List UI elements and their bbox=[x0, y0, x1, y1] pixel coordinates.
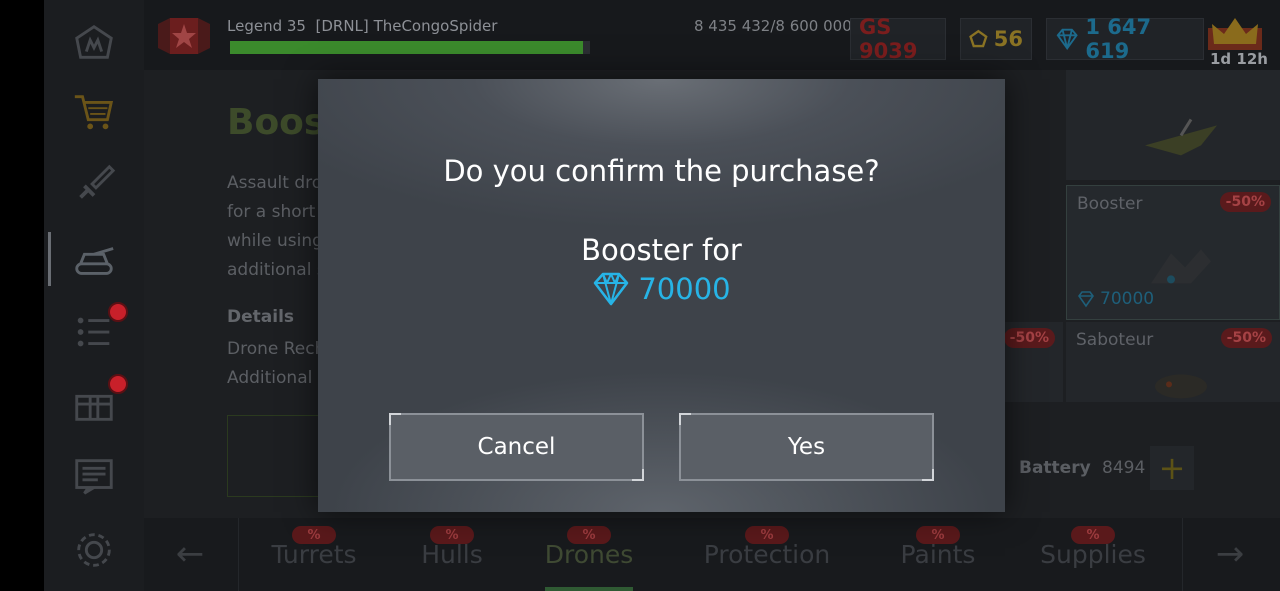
xp-progress-fill bbox=[230, 41, 584, 54]
active-tab-underline bbox=[545, 587, 633, 591]
tank-icon[interactable] bbox=[70, 236, 118, 284]
card-discount-badge: -50% bbox=[1220, 328, 1272, 348]
tab-label: Drones bbox=[544, 540, 634, 569]
dialog-price-value: 70000 bbox=[638, 272, 731, 306]
drone-card[interactable] bbox=[1066, 70, 1280, 180]
rank-insignia-icon[interactable] bbox=[156, 14, 212, 60]
tab-protection[interactable]: % Protection bbox=[692, 518, 842, 591]
dialog-price: 70000 bbox=[318, 272, 1005, 306]
next-category-button[interactable]: → bbox=[1200, 532, 1260, 576]
chat-icon[interactable] bbox=[70, 452, 118, 500]
category-tab-bar: ← % Turrets % Hulls % Drones % Protectio… bbox=[144, 518, 1280, 591]
card-discount-badge: -50% bbox=[1219, 192, 1271, 212]
cancel-button[interactable]: Cancel bbox=[389, 413, 644, 481]
sword-icon[interactable] bbox=[70, 160, 118, 208]
card-price-value: 70000 bbox=[1100, 289, 1155, 309]
item-description-line: additional s bbox=[227, 260, 326, 280]
settings-gear-icon[interactable] bbox=[70, 526, 118, 574]
details-line: Additional s bbox=[227, 368, 327, 388]
screen-edge bbox=[0, 0, 44, 591]
sidebar bbox=[44, 0, 144, 591]
crystal-icon bbox=[1056, 28, 1078, 50]
card-discount-badge: -50% bbox=[1005, 328, 1055, 348]
xp-progress-bar bbox=[230, 41, 590, 54]
containers-notification-badge bbox=[108, 374, 128, 394]
tab-label: Hulls bbox=[421, 540, 483, 569]
dialog-item-line: Booster for bbox=[581, 233, 742, 267]
drone-thumbnail-icon bbox=[1155, 374, 1207, 399]
drone-thumbnail-icon bbox=[1151, 248, 1211, 283]
tab-label: Protection bbox=[703, 540, 831, 569]
player-name-line: Legend 35 [DRNL] TheCongoSpider bbox=[227, 17, 497, 35]
crystals-value: 1 647 619 bbox=[1085, 15, 1152, 63]
shop-cart-icon[interactable] bbox=[70, 88, 118, 136]
purchase-confirm-dialog: Do you confirm the purchase? Booster for… bbox=[318, 79, 1005, 512]
battery-value: 8494 bbox=[1102, 458, 1146, 478]
drone-thumbnail-icon bbox=[1145, 118, 1217, 156]
divider bbox=[238, 518, 239, 591]
player-name: TheCongoSpider bbox=[373, 17, 498, 35]
tab-hulls[interactable]: % Hulls bbox=[392, 518, 512, 591]
sidebar-active-indicator bbox=[48, 232, 51, 286]
details-line: Drone Rech bbox=[227, 339, 326, 359]
gold-pentagon-icon bbox=[969, 29, 988, 48]
premium-crown-icon[interactable] bbox=[1206, 14, 1264, 54]
gold-value: 56 bbox=[993, 27, 1023, 51]
yes-button[interactable]: Yes bbox=[679, 413, 934, 481]
premium-timer: 1d 12h bbox=[1210, 50, 1268, 68]
divider bbox=[1182, 518, 1183, 591]
game-screen: Legend 35 [DRNL] TheCongoSpider 8 435 43… bbox=[0, 0, 1280, 591]
crystals-display[interactable]: 1 647 619 bbox=[1046, 15, 1204, 63]
xp-text: 8 435 432/8 600 000 bbox=[694, 17, 852, 35]
card-name: Saboteur bbox=[1076, 330, 1154, 350]
tab-supplies[interactable]: % Supplies bbox=[1028, 518, 1158, 591]
tab-turrets[interactable]: % Turrets bbox=[254, 518, 374, 591]
battery-label: Battery bbox=[1019, 458, 1091, 478]
garage-home-icon[interactable] bbox=[70, 18, 118, 66]
crystal-icon bbox=[1078, 291, 1094, 308]
tab-label: Turrets bbox=[271, 540, 357, 569]
gold-display[interactable]: 56 bbox=[960, 18, 1032, 60]
tab-paints[interactable]: % Paints bbox=[878, 518, 998, 591]
dialog-question: Do you confirm the purchase? bbox=[443, 154, 880, 188]
top-bar: Legend 35 [DRNL] TheCongoSpider 8 435 43… bbox=[144, 0, 1280, 70]
prev-category-button[interactable]: ← bbox=[160, 532, 220, 576]
item-description-line: while using bbox=[227, 231, 323, 251]
tab-label: Paints bbox=[900, 540, 976, 569]
crystal-icon bbox=[594, 272, 629, 306]
gearscore-value: GS 9039 bbox=[859, 15, 918, 63]
player-clan-tag: [DRNL] bbox=[315, 17, 369, 35]
item-description-line: Assault dro bbox=[227, 173, 323, 193]
gearscore-display[interactable]: GS 9039 bbox=[850, 15, 946, 63]
card-price: 70000 bbox=[1077, 289, 1154, 309]
player-rank: Legend 35 bbox=[227, 17, 306, 35]
drone-card[interactable]: -50% bbox=[1005, 322, 1063, 402]
item-description-line: for a short bbox=[227, 202, 316, 222]
tab-drones[interactable]: % Drones bbox=[529, 518, 649, 591]
drone-card-booster[interactable]: Booster -50% 70000 bbox=[1066, 185, 1280, 320]
drone-card-saboteur[interactable]: Saboteur -50% bbox=[1066, 322, 1280, 402]
card-name: Booster bbox=[1077, 194, 1143, 214]
missions-notification-badge bbox=[108, 302, 128, 322]
buy-battery-button[interactable]: + bbox=[1150, 446, 1194, 490]
details-heading: Details bbox=[227, 307, 295, 327]
tab-label: Supplies bbox=[1040, 540, 1146, 569]
